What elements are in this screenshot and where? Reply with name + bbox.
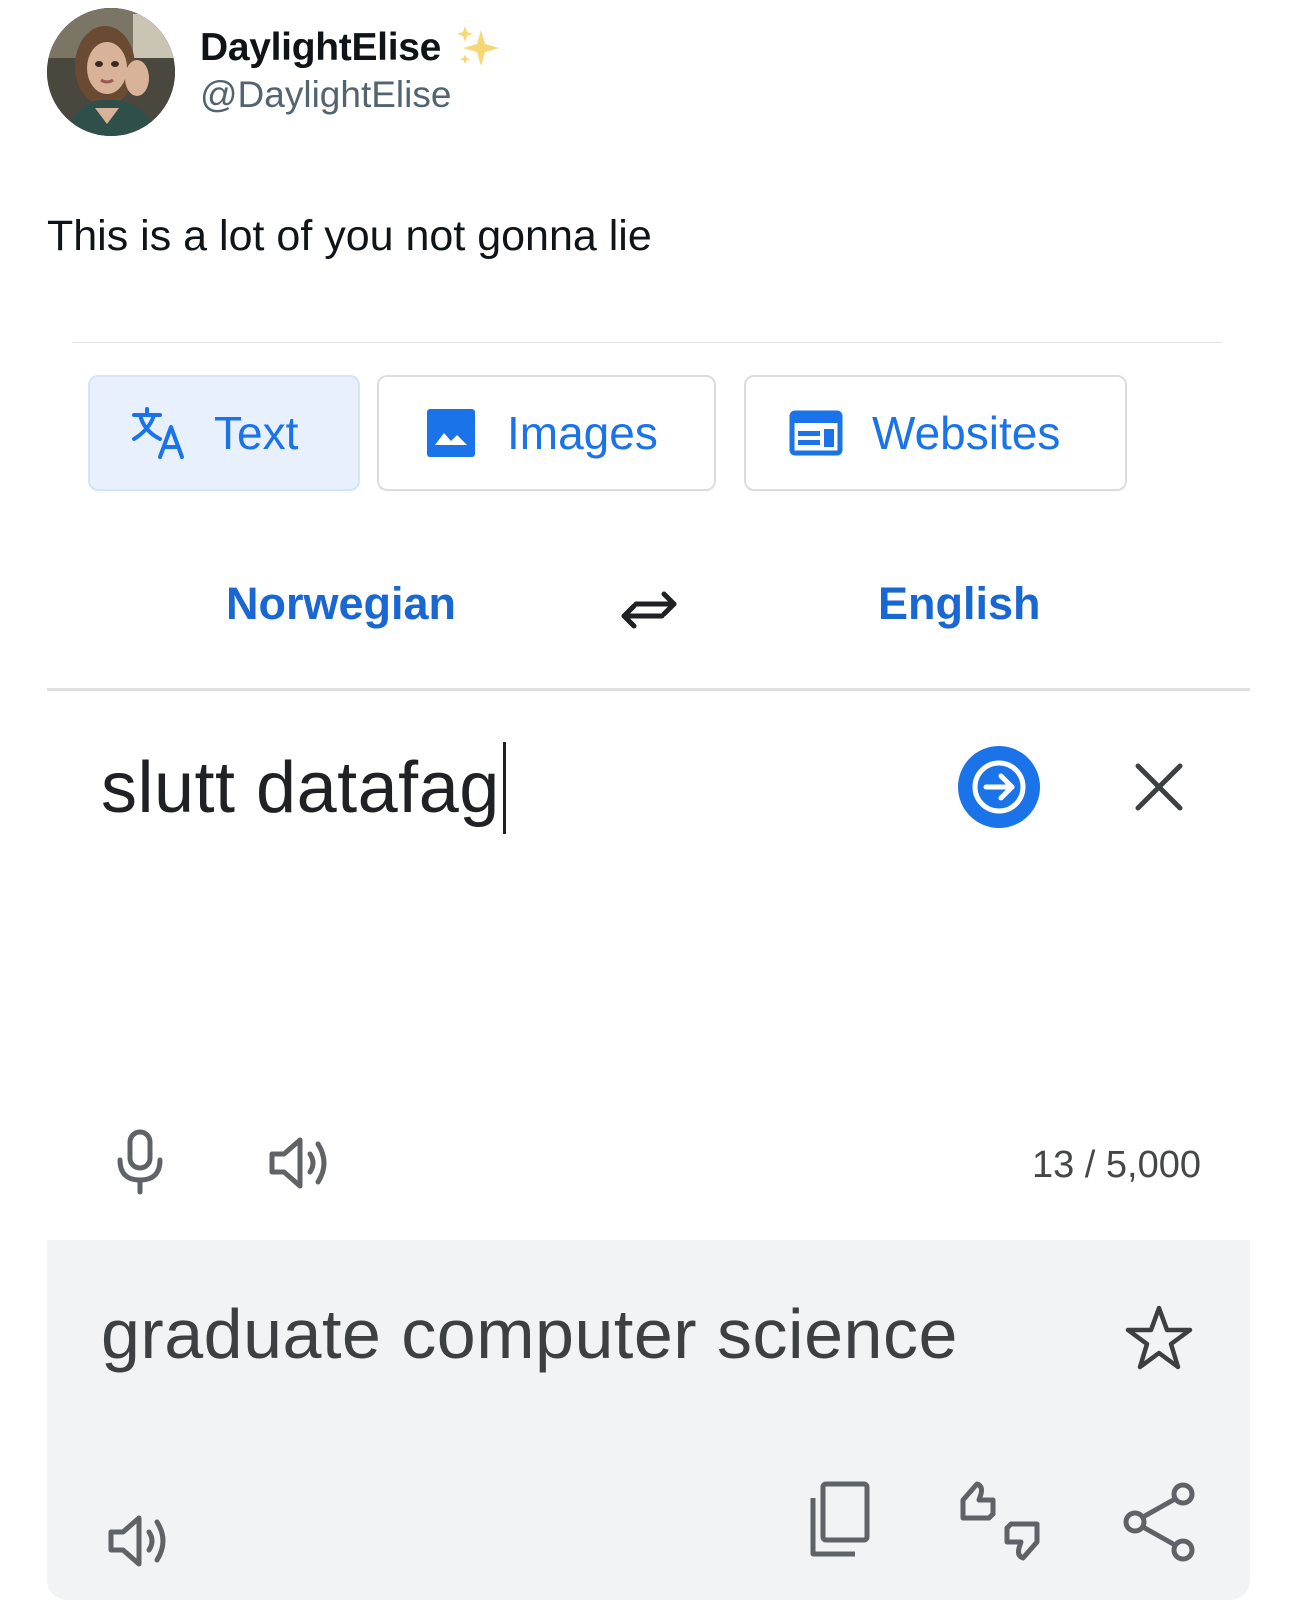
translate-button[interactable] — [958, 746, 1040, 828]
tab-text-label: Text — [214, 407, 299, 459]
sparkles-icon — [457, 26, 500, 66]
speaker-icon[interactable] — [107, 1510, 177, 1572]
tab-websites-label: Websites — [872, 407, 1061, 459]
source-language-button[interactable]: Norwegian — [226, 578, 456, 630]
display-name[interactable]: DaylightElise — [200, 26, 441, 70]
avatar-photo — [47, 8, 175, 136]
result-panel: graduate computer science — [47, 1240, 1250, 1600]
close-icon[interactable] — [1130, 758, 1188, 816]
character-count: 13 / 5,000 — [1031, 1144, 1201, 1186]
tweet-text: This is a lot of you not gonna lie — [47, 212, 652, 260]
tab-images-label: Images — [507, 407, 658, 459]
copy-icon[interactable] — [803, 1480, 871, 1560]
translate-icon — [132, 407, 184, 459]
speaker-icon[interactable] — [268, 1132, 338, 1194]
tab-images[interactable]: Images — [377, 375, 716, 491]
source-text-input[interactable]: slutt datafag — [101, 742, 506, 834]
handle[interactable]: @DaylightElise — [200, 74, 451, 116]
tab-websites[interactable]: Websites — [744, 375, 1127, 491]
arrow-right-icon — [972, 760, 1026, 814]
image-top-divider — [72, 342, 1222, 343]
text-cursor — [502, 742, 506, 834]
translation-result: graduate computer science — [101, 1295, 958, 1373]
avatar[interactable] — [47, 8, 175, 136]
share-icon[interactable] — [1121, 1480, 1197, 1564]
display-name-row: DaylightElise — [200, 20, 503, 76]
web-icon — [789, 410, 843, 456]
thumbs-up-down-icon[interactable] — [957, 1478, 1043, 1564]
target-language-button[interactable]: English — [878, 578, 1041, 630]
microphone-icon[interactable] — [112, 1128, 168, 1196]
image-icon — [427, 409, 475, 457]
swap-languages-icon[interactable] — [614, 578, 684, 640]
language-bar-divider — [47, 688, 1250, 691]
source-text-value: slutt datafag — [101, 748, 500, 828]
star-icon[interactable] — [1123, 1302, 1195, 1374]
tab-text[interactable]: Text — [88, 375, 360, 491]
